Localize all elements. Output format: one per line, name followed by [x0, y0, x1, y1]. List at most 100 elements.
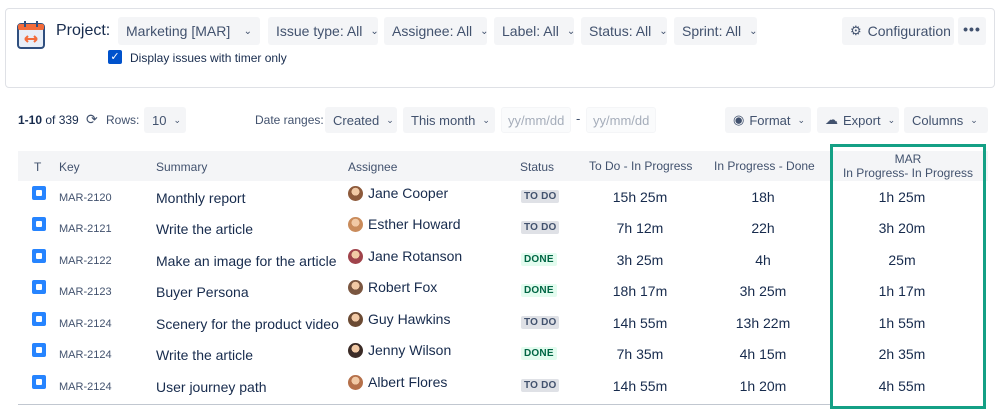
assignee-filter[interactable]: Assignee: All ⌄	[384, 17, 489, 45]
col-header-key[interactable]: Key	[59, 160, 80, 174]
status-badge: TO DO	[521, 221, 560, 234]
issue-key-link[interactable]: MAR-2124	[59, 349, 112, 361]
chevron-down-icon: ⌄	[887, 114, 896, 125]
issue-key-link[interactable]: MAR-2121	[59, 223, 112, 235]
table-bottom-divider	[18, 404, 830, 405]
time-inprogress-done: 3h 25m	[739, 283, 787, 299]
assignee-name: Robert Fox	[368, 279, 438, 295]
chevron-down-icon: ⌄	[370, 25, 379, 37]
issue-key-link[interactable]: MAR-2122	[59, 255, 112, 267]
chevron-down-icon: ⌄	[173, 114, 182, 125]
configuration-button[interactable]: ⚙ Configuration	[842, 17, 954, 45]
range-current: 1-10	[18, 113, 43, 127]
export-button[interactable]: ☁ Export ⌄	[817, 107, 899, 133]
status-badge: TO DO	[521, 190, 560, 203]
time-todo-inprogress: 7h 35m	[616, 346, 664, 362]
avatar	[348, 280, 363, 295]
timer-only-checkbox[interactable]: ✓	[108, 50, 122, 64]
task-type-icon	[32, 375, 46, 389]
time-todo-inprogress: 15h 25m	[612, 189, 668, 205]
time-inprogress-done: 13h 22m	[735, 315, 791, 331]
gear-icon: ⚙	[850, 23, 862, 38]
date-field-value: Created	[333, 112, 380, 128]
chevron-down-icon: ⌄	[243, 25, 252, 37]
cloud-upload-icon: ☁	[825, 112, 838, 127]
chevron-down-icon: ⌄	[566, 25, 576, 37]
status-badge: DONE	[521, 253, 557, 266]
date-period-select[interactable]: This month ⌄	[403, 107, 495, 133]
time-inprogress-done: 1h 20m	[739, 378, 787, 394]
chevron-down-icon: ⌄	[659, 25, 668, 37]
status-badge: DONE	[521, 347, 557, 360]
chevron-down-icon: ⌄	[970, 114, 978, 125]
time-todo-inprogress: 3h 25m	[616, 252, 664, 268]
more-actions-button[interactable]: •••	[958, 17, 986, 45]
issue-summary[interactable]: User journey path	[156, 379, 267, 395]
chevron-down-icon: ⌄	[386, 114, 394, 125]
avatar	[348, 375, 363, 390]
rows-per-page-select[interactable]: 10 ⌄	[144, 107, 186, 133]
format-button[interactable]: ◉ Format ⌄	[725, 107, 811, 133]
issue-key-link[interactable]: MAR-2120	[59, 192, 112, 204]
time-inprogress-done: 18h	[751, 189, 775, 205]
col-header-todo-inprogress[interactable]: To Do - In Progress	[589, 159, 692, 173]
project-select[interactable]: Marketing [MAR] ⌄	[118, 17, 260, 45]
task-type-icon	[32, 186, 46, 200]
status-badge: TO DO	[521, 316, 560, 329]
issue-type-filter[interactable]: Issue type: All ⌄	[268, 17, 379, 45]
issue-summary[interactable]: Buyer Persona	[156, 284, 249, 300]
date-field-select[interactable]: Created ⌄	[325, 107, 397, 133]
rows-label: Rows:	[106, 113, 140, 127]
avatar	[348, 312, 363, 327]
format-label: Format	[749, 112, 791, 128]
status-badge: DONE	[521, 284, 557, 297]
issue-summary[interactable]: Make an image for the article	[156, 253, 337, 269]
col-header-status[interactable]: Status	[520, 160, 554, 174]
date-separator: -	[576, 111, 581, 126]
avatar	[348, 186, 363, 201]
issue-summary[interactable]: Monthly report	[156, 190, 245, 206]
time-todo-inprogress: 14h 55m	[612, 315, 668, 331]
status-filter-label: Status: All	[589, 23, 652, 39]
col-header-assignee[interactable]: Assignee	[348, 160, 397, 174]
issue-type-filter-label: Issue type: All	[276, 23, 363, 39]
sprint-filter[interactable]: Sprint: All ⌄	[674, 17, 758, 45]
refresh-icon[interactable]: ⟳	[86, 111, 98, 128]
issue-summary[interactable]: Scenery for the product video	[156, 316, 339, 332]
col-header-inprogress-done[interactable]: In Progress - Done	[714, 159, 815, 173]
issue-summary[interactable]: Write the article	[156, 347, 253, 363]
issue-summary[interactable]: Write the article	[156, 221, 253, 237]
time-inprogress-done: 4h	[755, 252, 771, 268]
time-todo-inprogress: 7h 12m	[616, 220, 664, 236]
columns-button[interactable]: Columns ⌄	[904, 107, 988, 133]
task-type-icon	[32, 249, 46, 263]
col-header-type[interactable]: T	[34, 160, 41, 174]
chevron-down-icon: ⌄	[482, 114, 490, 125]
date-to-input[interactable]: yy/mm/dd	[586, 107, 656, 133]
project-label: Project:	[56, 22, 111, 39]
issue-key-link[interactable]: MAR-2124	[59, 318, 112, 330]
rows-per-page-value: 10	[152, 112, 167, 128]
issue-key-link[interactable]: MAR-2123	[59, 286, 112, 298]
eye-icon: ◉	[733, 112, 745, 127]
timer-only-checkbox-label[interactable]: Display issues with timer only	[130, 51, 287, 65]
assignee-name: Albert Flores	[368, 374, 448, 390]
assignee-name: Esther Howard	[368, 216, 461, 232]
label-filter-label: Label: All	[502, 23, 559, 39]
chevron-down-icon: ⌄	[749, 25, 758, 37]
export-label: Export	[843, 112, 881, 128]
avatar	[348, 343, 363, 358]
task-type-icon	[32, 343, 46, 357]
label-filter[interactable]: Label: All ⌄	[494, 17, 576, 45]
chevron-down-icon: ⌄	[797, 114, 806, 125]
time-inprogress-done: 4h 15m	[739, 346, 787, 362]
issue-key-link[interactable]: MAR-2124	[59, 381, 112, 393]
date-ranges-label: Date ranges:	[255, 113, 324, 127]
task-type-icon	[32, 280, 46, 294]
status-filter[interactable]: Status: All ⌄	[581, 17, 668, 45]
range-total: of 339	[42, 113, 79, 127]
col-header-summary[interactable]: Summary	[156, 160, 207, 174]
pagination-range: 1-10 of 339	[18, 113, 79, 127]
highlighted-column-frame	[830, 144, 986, 409]
date-from-input[interactable]: yy/mm/dd	[501, 107, 571, 133]
